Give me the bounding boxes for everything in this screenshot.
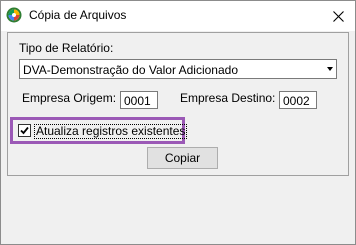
check-icon: [20, 126, 29, 135]
update-records-label[interactable]: Atualiza registros existentes: [34, 124, 188, 139]
origin-company-label: Empresa Origem:: [22, 91, 117, 105]
report-type-select[interactable]: DVA-Demonstração do Valor Adicionado: [19, 59, 337, 79]
close-button[interactable]: [321, 1, 355, 31]
title-bar[interactable]: Cópia de Arquivos: [1, 1, 355, 31]
window-title: Cópia de Arquivos: [29, 8, 127, 22]
update-records-checkbox[interactable]: [18, 124, 31, 137]
dialog-window: Cópia de Arquivos Tipo de Relatório: DVA…: [0, 0, 356, 245]
report-type-value: DVA-Demonstração do Valor Adicionado: [23, 63, 239, 77]
origin-company-field[interactable]: 0001: [120, 91, 158, 109]
destination-company-label: Empresa Destino:: [180, 91, 276, 105]
app-logo-icon: [6, 7, 22, 23]
chevron-down-icon[interactable]: [327, 67, 333, 71]
form-panel: Tipo de Relatório: DVA-Demonstração do V…: [7, 32, 349, 176]
destination-company-field[interactable]: 0002: [279, 91, 317, 109]
report-type-label: Tipo de Relatório:: [19, 41, 114, 55]
close-icon: [332, 10, 344, 22]
copy-button[interactable]: Copiar: [147, 147, 218, 169]
